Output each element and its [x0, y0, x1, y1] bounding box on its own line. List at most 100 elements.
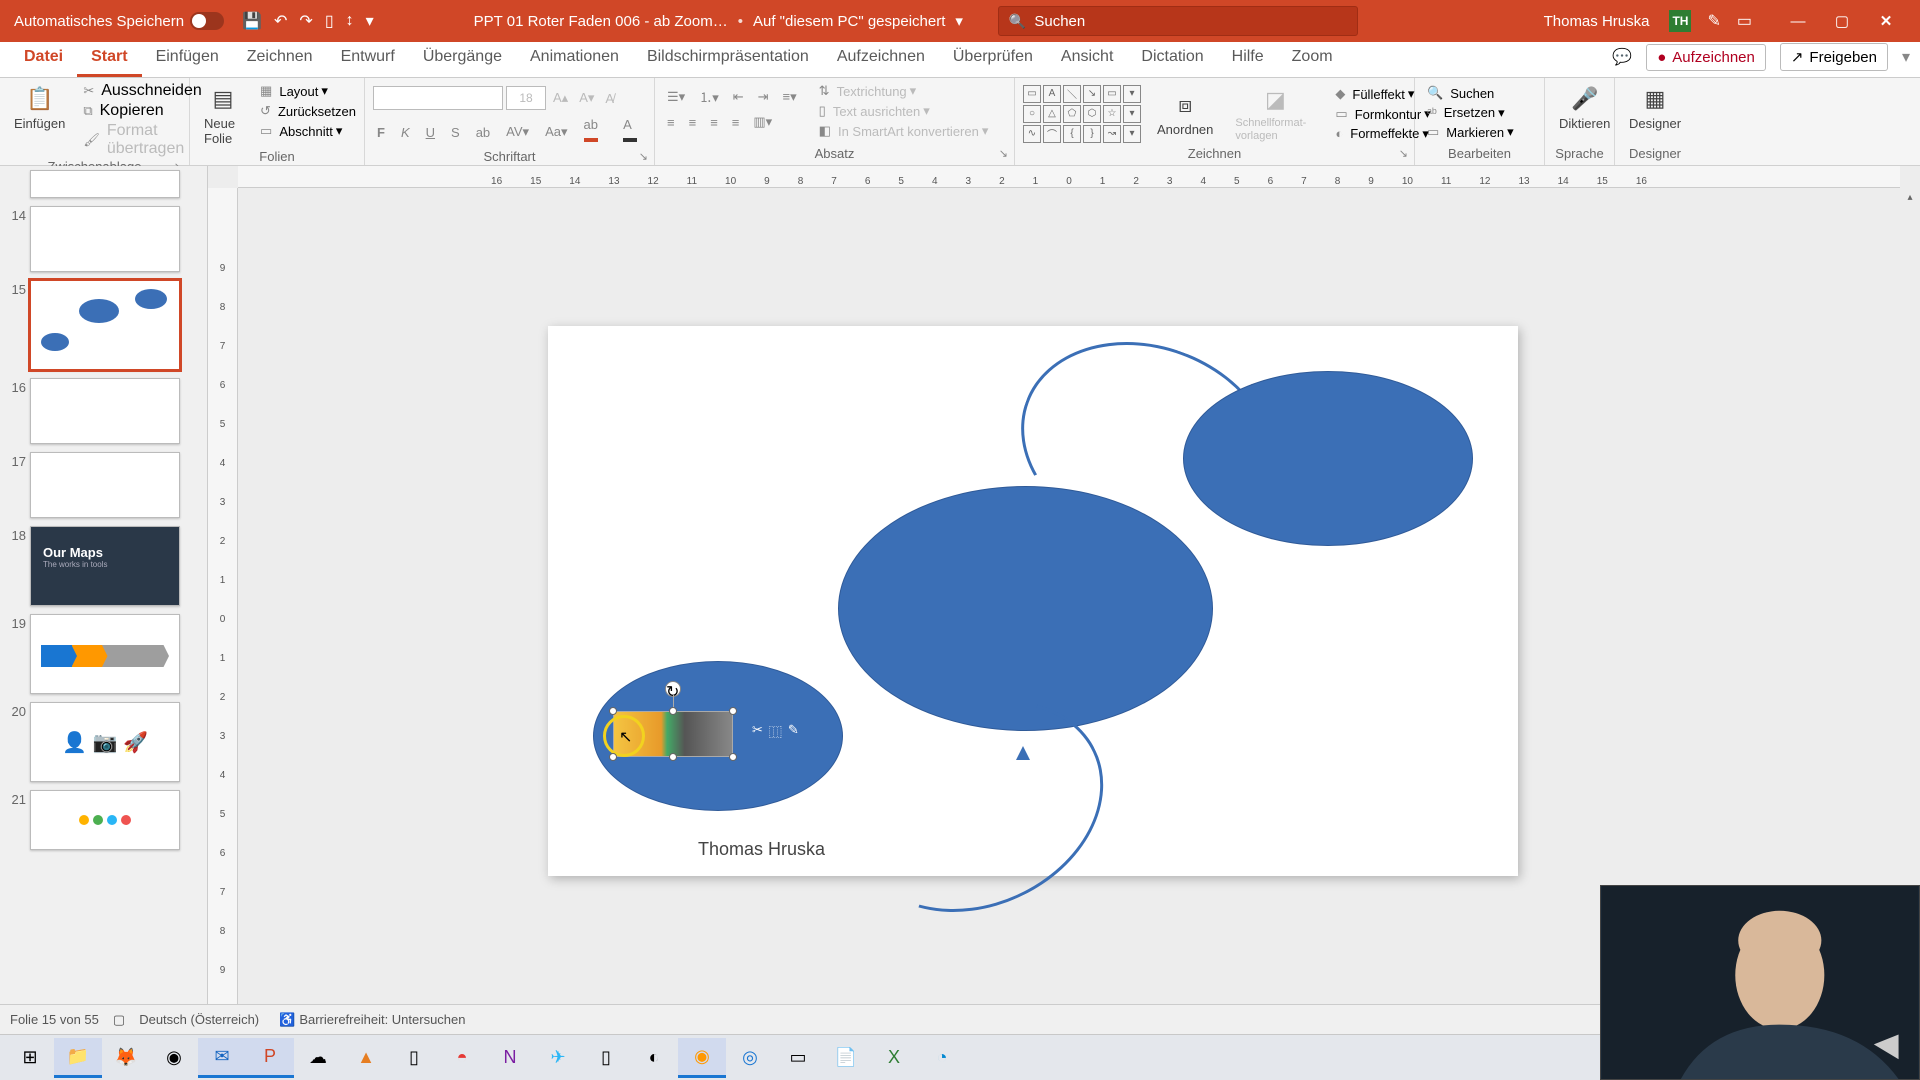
case-button[interactable]: Aa▾ — [541, 123, 571, 141]
dictate-button[interactable]: 🎤Diktieren — [1553, 82, 1616, 133]
cut-button[interactable]: ✂Ausschneiden — [79, 82, 201, 100]
text-direction-button[interactable]: ⇅Textrichtung ▾ — [815, 82, 989, 100]
vlc-icon[interactable]: ▲ — [342, 1038, 390, 1078]
picture-floating-toolbar[interactable]: ✂ ⿲ ✎ — [752, 722, 799, 741]
tab-dictation[interactable]: Dictation — [1127, 40, 1217, 77]
tab-slideshow[interactable]: Bildschirmpräsentation — [633, 40, 823, 77]
columns-button[interactable]: ▥▾ — [749, 113, 776, 131]
slide-thumbnail[interactable] — [30, 170, 180, 198]
maximize-button[interactable]: ▢ — [1822, 6, 1862, 36]
strike-button[interactable]: S — [447, 124, 464, 141]
selected-picture[interactable]: ↻ ↖ — [613, 711, 733, 757]
bullets-button[interactable]: ☰▾ — [663, 88, 689, 106]
tab-transitions[interactable]: Übergänge — [409, 40, 516, 77]
alt-text-icon[interactable]: ✎ — [788, 722, 799, 741]
find-button[interactable]: 🔍Suchen — [1423, 84, 1514, 102]
more-qa-icon[interactable]: ▾ — [366, 11, 374, 31]
shrink-font-icon[interactable]: A▾ — [575, 89, 598, 107]
align-center-button[interactable]: ≡ — [685, 114, 701, 131]
save-icon[interactable]: 💾 — [242, 11, 262, 31]
close-button[interactable]: ✕ — [1866, 6, 1906, 36]
slide-canvas[interactable]: ↻ ↖ ✂ ⿲ ✎ Thomas Hruska — [548, 326, 1518, 876]
tab-start[interactable]: Start — [77, 40, 141, 77]
app-icon-5[interactable]: ◐ — [630, 1038, 678, 1078]
slide-thumbnail[interactable] — [30, 206, 180, 272]
firefox-icon[interactable]: 🦊 — [102, 1038, 150, 1078]
app-icon-8[interactable]: ▭ — [774, 1038, 822, 1078]
app-icon-4[interactable]: ▯ — [582, 1038, 630, 1078]
numbering-button[interactable]: ⒈▾ — [695, 86, 723, 107]
bold-button[interactable]: F — [373, 124, 389, 141]
paste-button[interactable]: 📋 Einfügen — [8, 82, 71, 133]
powerpoint-icon[interactable]: P — [246, 1038, 294, 1078]
coming-soon-icon[interactable]: ✎ — [1707, 11, 1720, 31]
align-left-button[interactable]: ≡ — [663, 114, 679, 131]
slide-thumbnail[interactable] — [30, 280, 180, 370]
share-button[interactable]: ↗Freigeben — [1780, 43, 1888, 71]
slide-thumbnail[interactable]: Our MapsThe works in tools — [30, 526, 180, 606]
slide-thumbnail[interactable]: 👤 📷 🚀 — [30, 702, 180, 782]
underline-button[interactable]: U — [422, 124, 439, 141]
slide-thumbnail[interactable] — [30, 378, 180, 444]
spellcheck-icon[interactable]: ▢ — [113, 1012, 125, 1028]
copy-button[interactable]: ⧉Kopieren — [79, 102, 201, 120]
font-combo[interactable] — [373, 86, 503, 110]
app-icon-2[interactable]: ▯ — [390, 1038, 438, 1078]
select-button[interactable]: ▭Markieren ▾ — [1423, 123, 1514, 141]
tab-file[interactable]: Datei — [10, 40, 77, 77]
dialog-launcher-icon[interactable]: ↘ — [999, 145, 1008, 163]
app-icon-6[interactable]: ◉ — [678, 1038, 726, 1078]
start-from-beginning-icon[interactable]: ▯ — [325, 11, 334, 31]
toggle-switch[interactable] — [190, 12, 224, 30]
clear-format-icon[interactable]: A̸ — [601, 90, 618, 107]
ribbon-display-icon[interactable]: ▭ — [1737, 11, 1752, 31]
format-painter-button[interactable]: 🖌Format übertragen — [79, 122, 201, 158]
comments-icon[interactable]: 💬 — [1612, 47, 1632, 67]
grow-font-icon[interactable]: A▴ — [549, 89, 572, 107]
new-slide-button[interactable]: ▤ Neue Folie — [198, 82, 248, 148]
replace-button[interactable]: ᵃᵇErsetzen ▾ — [1423, 104, 1514, 121]
app-icon-3[interactable]: ◓ — [438, 1038, 486, 1078]
slide-position[interactable]: Folie 15 von 55 — [10, 1012, 99, 1027]
shadow-button[interactable]: ab — [472, 124, 494, 141]
quick-styles-button[interactable]: ◪Schnellformat-vorlagen — [1229, 83, 1321, 143]
tab-animations[interactable]: Animationen — [516, 40, 633, 77]
tab-record[interactable]: Aufzeichnen — [823, 40, 939, 77]
justify-button[interactable]: ≡ — [728, 114, 744, 131]
arrange-button[interactable]: ⧈Anordnen — [1151, 88, 1219, 139]
file-explorer-icon[interactable]: 📁 — [54, 1038, 102, 1078]
slide-thumbnail[interactable] — [30, 614, 180, 694]
spacing-button[interactable]: AV▾ — [502, 123, 533, 141]
slide-thumbnail[interactable] — [30, 452, 180, 518]
ellipse-top-right[interactable] — [1183, 371, 1473, 546]
shapes-gallery[interactable]: ▭A＼↘▭▾ ○△⬠⬡☆▾ ∿⌒{}↝▾ — [1023, 85, 1141, 143]
app-icon-7[interactable]: ◎ — [726, 1038, 774, 1078]
tab-help[interactable]: Hilfe — [1218, 40, 1278, 77]
redo-icon[interactable]: ↷ — [299, 11, 312, 31]
dropdown-icon[interactable]: ▾ — [955, 12, 963, 30]
align-text-button[interactable]: ▯Text ausrichten ▾ — [815, 102, 989, 120]
tab-draw[interactable]: Zeichnen — [233, 40, 327, 77]
chrome-icon[interactable]: ◉ — [150, 1038, 198, 1078]
outlook-icon[interactable]: ✉ — [198, 1038, 246, 1078]
slide-thumbnail[interactable] — [30, 790, 180, 850]
linespacing-button[interactable]: ≡▾ — [779, 88, 801, 106]
align-right-button[interactable]: ≡ — [706, 114, 722, 131]
ellipse-center[interactable] — [838, 486, 1213, 731]
tab-zoom[interactable]: Zoom — [1278, 40, 1347, 77]
search-box[interactable]: 🔍 Suchen — [998, 6, 1358, 36]
language-label[interactable]: Deutsch (Österreich) — [139, 1012, 259, 1027]
tab-review[interactable]: Überprüfen — [939, 40, 1047, 77]
minimize-button[interactable]: — — [1778, 6, 1818, 36]
tab-view[interactable]: Ansicht — [1047, 40, 1127, 77]
accessibility-button[interactable]: ♿Barrierefreiheit: Untersuchen — [273, 1010, 471, 1030]
layout-opts-icon[interactable]: ⿲ — [769, 722, 782, 741]
collapse-ribbon-icon[interactable]: ▾ — [1902, 47, 1910, 67]
dialog-launcher-icon[interactable]: ↘ — [1399, 145, 1408, 163]
crop-icon[interactable]: ✂ — [752, 722, 763, 741]
highlight-button[interactable]: ab — [580, 116, 612, 148]
app-icon[interactable]: ☁ — [294, 1038, 342, 1078]
touch-mode-icon[interactable]: ↕ — [346, 12, 354, 30]
app-icon-9[interactable]: 📄 — [822, 1038, 870, 1078]
reset-button[interactable]: ↺Zurücksetzen — [256, 102, 356, 120]
